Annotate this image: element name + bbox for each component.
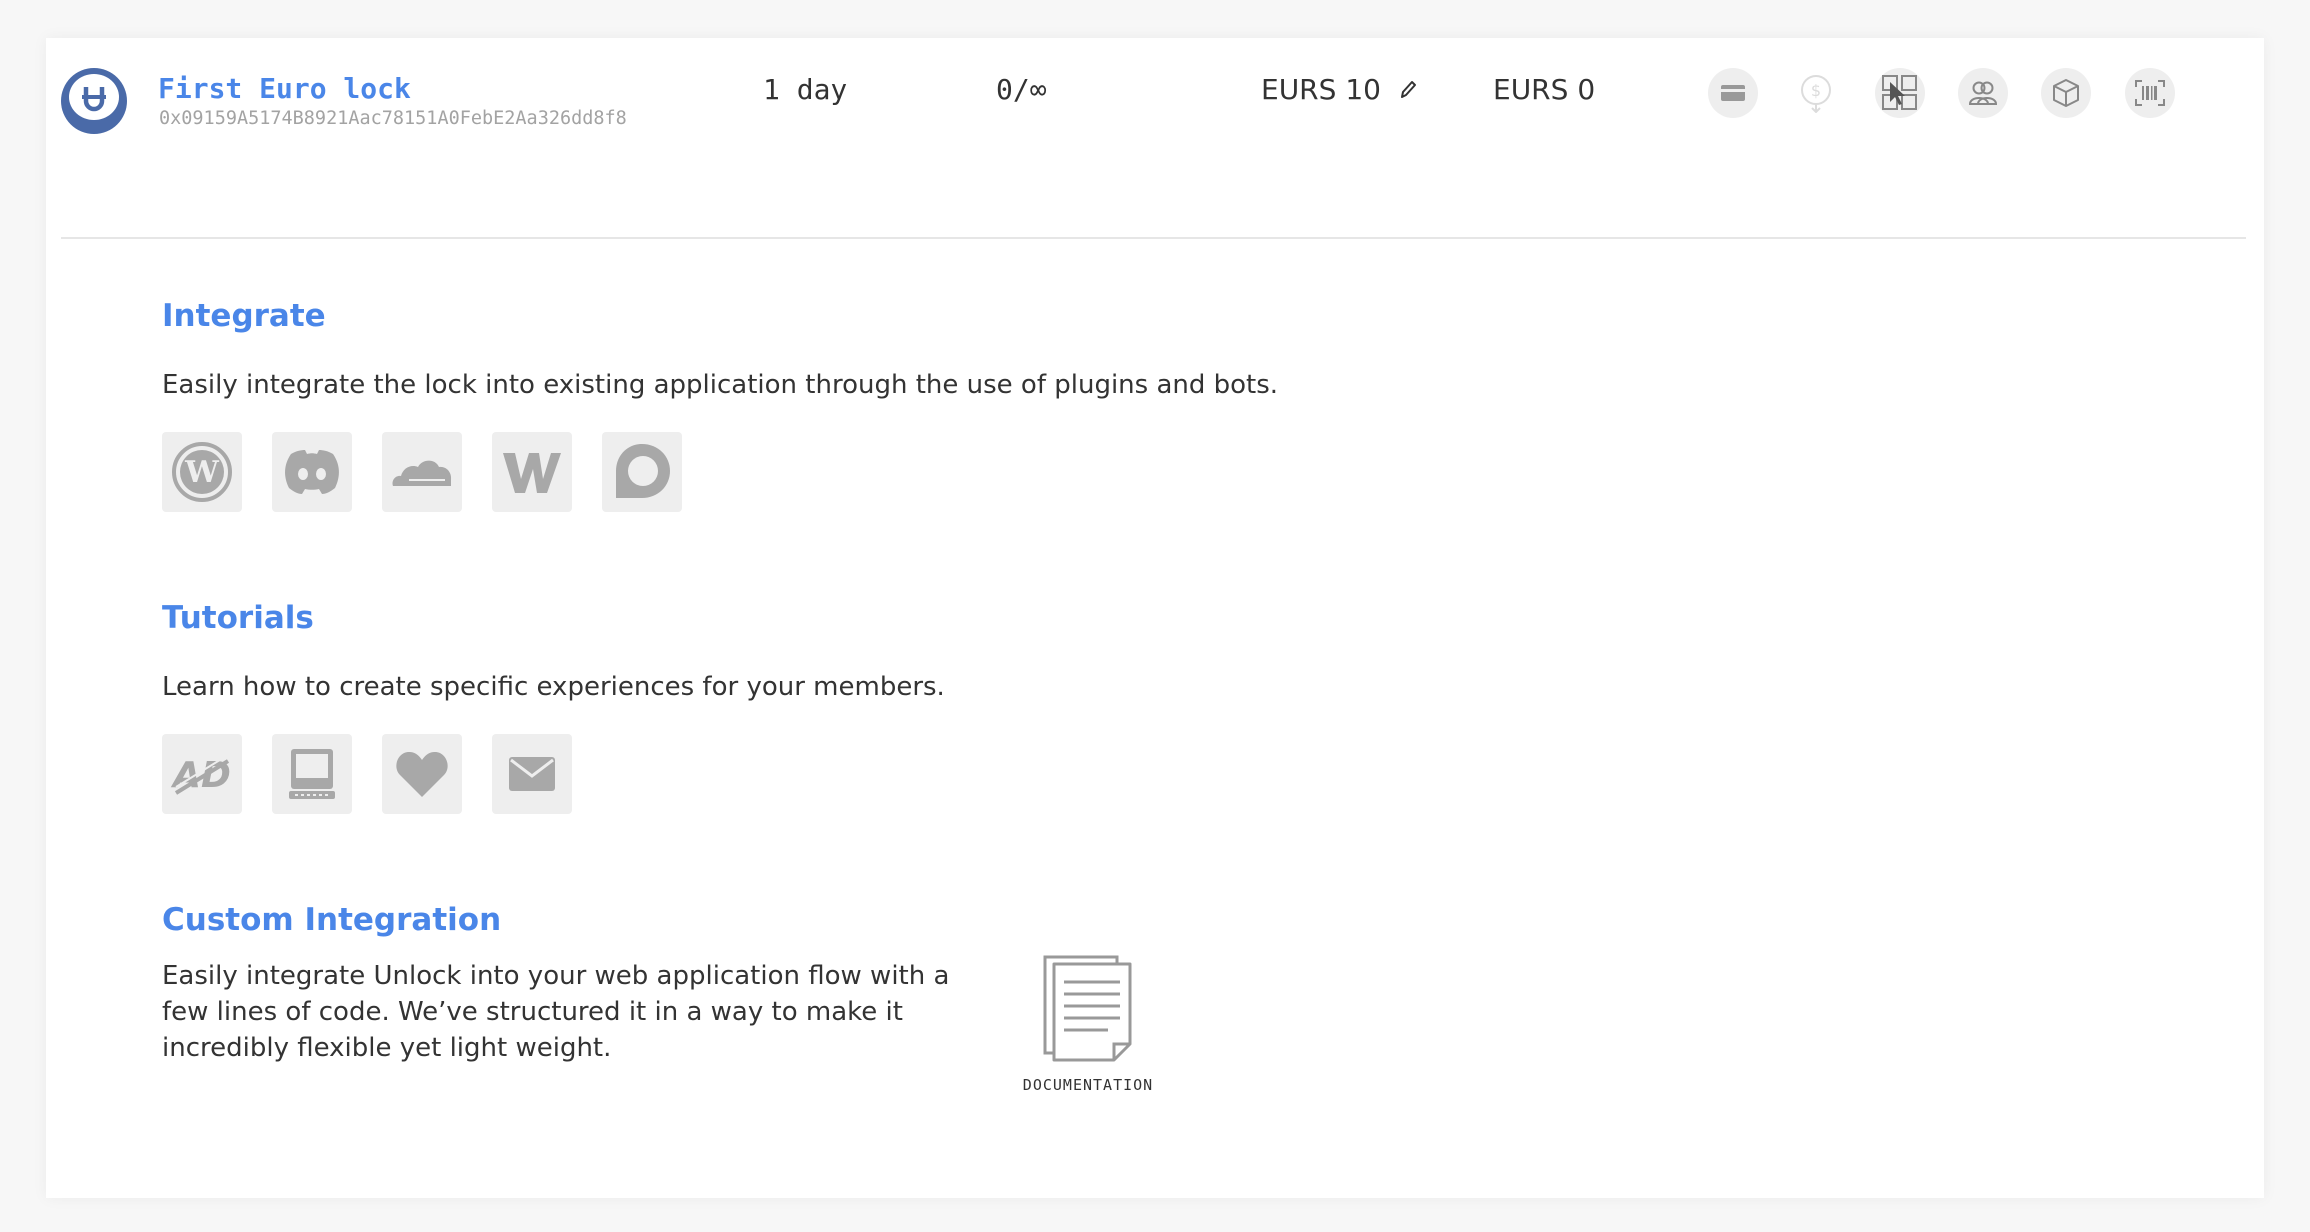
lock-price-value: EURS 10 (1261, 73, 1381, 106)
credit-card-button[interactable] (1708, 68, 1758, 118)
webflow-icon (503, 453, 561, 493)
pencil-icon[interactable] (1398, 75, 1418, 108)
barcode-button[interactable] (2125, 68, 2175, 118)
cube-icon (2053, 79, 2079, 107)
embed-button[interactable] (1875, 68, 1925, 118)
lock-name: First Euro lock (158, 72, 411, 105)
documentation-label: DOCUMENTATION (1022, 1076, 1154, 1094)
withdraw-icon: $ (1801, 75, 1831, 113)
wordpress-icon: W (172, 442, 232, 502)
webflow-integration[interactable] (492, 432, 572, 512)
ad-free-tutorial[interactable]: AD (162, 734, 242, 814)
lock-card: First Euro lock 0x09159A5174B8921Aac7815… (46, 38, 2264, 1198)
lock-keys-count: 0/∞ (996, 73, 1047, 106)
discourse-integration[interactable] (602, 432, 682, 512)
tutorials-title: Tutorials (162, 600, 314, 636)
documentation-link[interactable]: DOCUMENTATION (998, 954, 1178, 1094)
wordpress-integration[interactable]: W (162, 432, 242, 512)
cloudflare-integration[interactable] (382, 432, 462, 512)
custom-integration-description: Easily integrate Unlock into your web ap… (162, 961, 950, 1063)
barcode-icon (2135, 80, 2165, 106)
credit-card-icon (1721, 85, 1745, 101)
lock-balance: EURS 0 (1493, 73, 1596, 106)
newsletter-tutorial[interactable] (492, 734, 572, 814)
paywall-icon (289, 749, 335, 799)
cloudflare-icon (392, 460, 452, 486)
newsletter-icon (509, 757, 555, 791)
ad-free-icon: AD (170, 754, 231, 796)
donation-icon (396, 751, 448, 797)
members-button[interactable] (1958, 68, 2008, 118)
document-icon (1043, 955, 1132, 1062)
lock-price: EURS 10 (1261, 73, 1418, 108)
discord-integration[interactable] (272, 432, 352, 512)
divider (61, 237, 2246, 239)
svg-text:W: W (184, 455, 220, 490)
discourse-icon (616, 444, 670, 498)
lock-avatar-icon (61, 68, 127, 134)
svg-text:$: $ (1811, 81, 1821, 100)
embed-icon (1882, 75, 1917, 110)
discord-icon (285, 450, 339, 494)
donation-tutorial[interactable] (382, 734, 462, 814)
lock-address: 0x09159A5174B8921Aac78151A0FebE2Aa326dd8… (159, 108, 627, 129)
integrate-description: Easily integrate the lock into existing … (162, 370, 1279, 400)
custom-integration-title: Custom Integration (162, 902, 502, 938)
cube-button[interactable] (2041, 68, 2091, 118)
withdraw-button[interactable]: $ (1791, 68, 1841, 118)
lock-duration: 1 day (763, 73, 848, 106)
tutorials-description: Learn how to create specific experiences… (162, 672, 945, 702)
members-icon (1968, 81, 1998, 105)
integrate-title: Integrate (162, 298, 326, 334)
paywall-tutorial[interactable] (272, 734, 352, 814)
